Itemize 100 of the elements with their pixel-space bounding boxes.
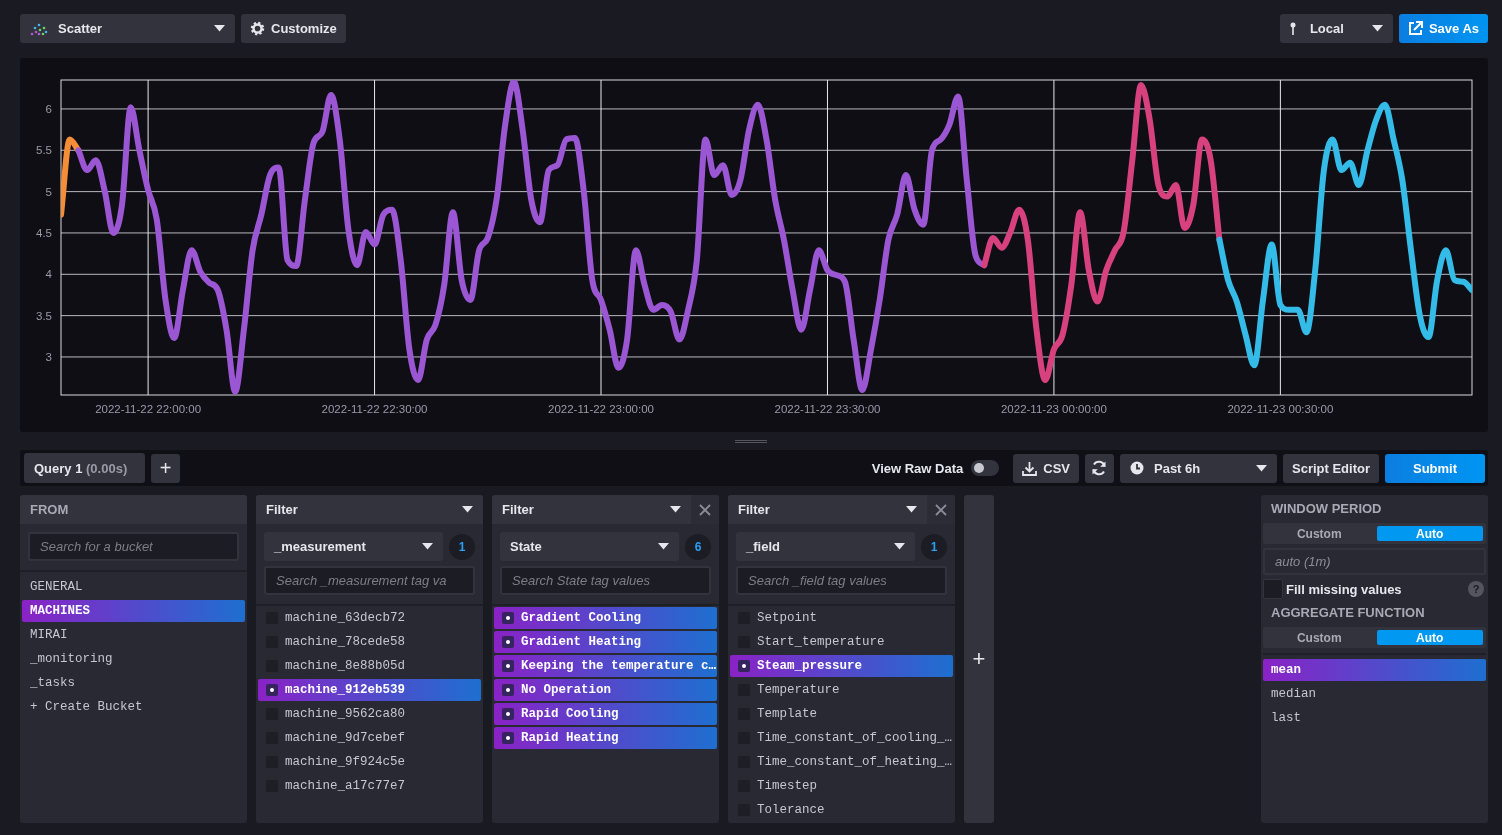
tag-value-item[interactable]: Steam_pressure: [730, 655, 953, 677]
gear-icon: [250, 21, 265, 36]
tag-value-item[interactable]: machine_912eb539: [258, 679, 481, 701]
csv-button[interactable]: CSV: [1013, 453, 1079, 483]
script-editor-button[interactable]: Script Editor: [1283, 453, 1379, 483]
checkbox[interactable]: [738, 660, 750, 672]
search-field[interactable]: Search _field tag values: [736, 566, 947, 595]
tag-value-item[interactable]: Temperature: [730, 679, 953, 701]
tag-value-item[interactable]: Tolerance: [730, 799, 953, 821]
mode-toggle[interactable]: Custom: [1266, 526, 1373, 541]
tag-value-label: machine_78cede58: [285, 635, 406, 649]
tag-value-label: machine_9d7cebef: [285, 731, 406, 745]
checkbox[interactable]: [502, 684, 514, 696]
tag-value-item[interactable]: Start_temperature: [730, 631, 953, 653]
customize-button[interactable]: Customize: [241, 14, 346, 43]
bucket-item[interactable]: _monitoring: [22, 648, 245, 670]
bucket-item[interactable]: MACHINES: [22, 600, 245, 622]
refresh-icon: [1091, 460, 1108, 476]
checkbox[interactable]: [1263, 579, 1283, 599]
tag-value-item[interactable]: Timestep: [730, 775, 953, 797]
caret-icon: [1256, 464, 1267, 472]
selected-count: 1: [921, 533, 947, 560]
caret-icon: [658, 543, 669, 550]
close-icon: [699, 503, 711, 516]
tag-value-item[interactable]: machine_78cede58: [258, 631, 481, 653]
search-field[interactable]: Search for a bucket: [28, 532, 239, 561]
create-bucket-link[interactable]: + Create Bucket: [22, 696, 245, 718]
tag-value-item[interactable]: Gradient Cooling: [494, 607, 717, 629]
tag-value-item[interactable]: Rapid Heating: [494, 727, 717, 749]
tag-value-item[interactable]: Time_constant_of_cooling_…: [730, 727, 953, 749]
visualization-dropdown[interactable]: Scatter: [20, 14, 235, 43]
tag-value-label: Start_temperature: [757, 635, 885, 649]
toggle-switch[interactable]: [971, 460, 1000, 476]
tag-value-label: Timestep: [757, 779, 817, 793]
close-button[interactable]: [927, 495, 955, 524]
function-item[interactable]: mean: [1263, 659, 1486, 681]
function-item[interactable]: median: [1263, 683, 1486, 705]
time-zone-dropdown[interactable]: Local: [1279, 14, 1393, 43]
tag-value-item[interactable]: Time_constant_of_heating_…: [730, 751, 953, 773]
add-filter-button[interactable]: +: [964, 495, 994, 823]
tag-value-label: machine_9562ca80: [285, 707, 406, 721]
caret-icon: [906, 506, 917, 513]
bucket-item[interactable]: GENERAL: [22, 576, 245, 598]
scatter-icon: [30, 21, 48, 36]
view-raw-data-label: View Raw Data: [871, 460, 964, 476]
x-axis-label: 2022-11-22 23:00:00: [548, 403, 654, 415]
tag-value-item[interactable]: Rapid Cooling: [494, 703, 717, 725]
save-as-button[interactable]: Save As: [1398, 14, 1488, 43]
submit-button[interactable]: Submit: [1385, 453, 1485, 483]
caret-icon: [214, 25, 225, 32]
close-icon: [935, 503, 947, 516]
tag-value-item[interactable]: Setpoint: [730, 607, 953, 629]
pin-icon: [1289, 22, 1296, 35]
tag-value-item[interactable]: machine_63decb72: [258, 607, 481, 629]
refresh-button[interactable]: [1085, 453, 1114, 483]
checkbox[interactable]: [502, 732, 514, 744]
mode-toggle[interactable]: Custom: [1266, 630, 1373, 645]
tag-value-item[interactable]: machine_9d7cebef: [258, 727, 481, 749]
tag-value-item[interactable]: machine_9562ca80: [258, 703, 481, 725]
checkbox[interactable]: [502, 636, 514, 648]
function-item[interactable]: last: [1263, 707, 1486, 729]
tag-value-item[interactable]: machine_8e88b05d: [258, 655, 481, 677]
close-button[interactable]: [691, 495, 719, 524]
checkbox[interactable]: [502, 660, 514, 672]
time-range-dropdown[interactable]: Past 6h: [1120, 453, 1277, 483]
tag-value-item[interactable]: Keeping the temperature c…: [494, 655, 717, 677]
tag-value-item[interactable]: Gradient Heating: [494, 631, 717, 653]
section-title: WINDOW PERIOD: [1270, 500, 1383, 518]
tag-value-label: Rapid Cooling: [521, 707, 619, 721]
x-axis-label: 2022-11-23 00:00:00: [1000, 403, 1107, 415]
checkbox[interactable]: [266, 684, 278, 696]
tag-key-dropdown[interactable]: _field: [736, 532, 915, 561]
bucket-item[interactable]: _tasks: [22, 672, 245, 694]
tag-value-label: Rapid Heating: [521, 731, 619, 745]
tag-value-item[interactable]: machine_9f924c5e: [258, 751, 481, 773]
search-field[interactable]: Search State tag values: [500, 566, 711, 595]
tag-key-dropdown[interactable]: _measurement: [264, 532, 443, 561]
fill-missing-label: Fill missing values: [1286, 581, 1403, 597]
search-field[interactable]: Search _measurement tag va: [264, 566, 475, 595]
caret-icon: [894, 543, 905, 550]
query-tab[interactable]: Query 1 (0.00s): [24, 453, 145, 483]
tag-value-label: machine_8e88b05d: [285, 659, 406, 673]
window-period-field[interactable]: auto (1m): [1263, 548, 1486, 575]
x-axis-label: 2022-11-23 00:30:00: [1227, 403, 1334, 415]
checkbox[interactable]: [502, 612, 514, 624]
tag-value-item[interactable]: No Operation: [494, 679, 717, 701]
y-axis-label: 4: [45, 268, 52, 281]
checkbox[interactable]: [502, 708, 514, 720]
y-axis-label: 5: [45, 185, 52, 198]
y-axis-label: 3: [45, 350, 52, 363]
resize-handle[interactable]: [735, 439, 767, 443]
tag-value-label: Keeping the temperature c…: [521, 659, 717, 673]
tag-value-item[interactable]: machine_a17c77e7: [258, 775, 481, 797]
add-query-button[interactable]: +: [151, 453, 180, 483]
caret-icon: [462, 506, 473, 513]
filter-type-dropdown[interactable]: Filter: [256, 495, 483, 524]
bucket-item[interactable]: MIRAI: [22, 624, 245, 646]
tag-key-dropdown[interactable]: State: [500, 532, 679, 561]
tag-value-item[interactable]: Template: [730, 703, 953, 725]
selected-count: 6: [685, 533, 711, 560]
